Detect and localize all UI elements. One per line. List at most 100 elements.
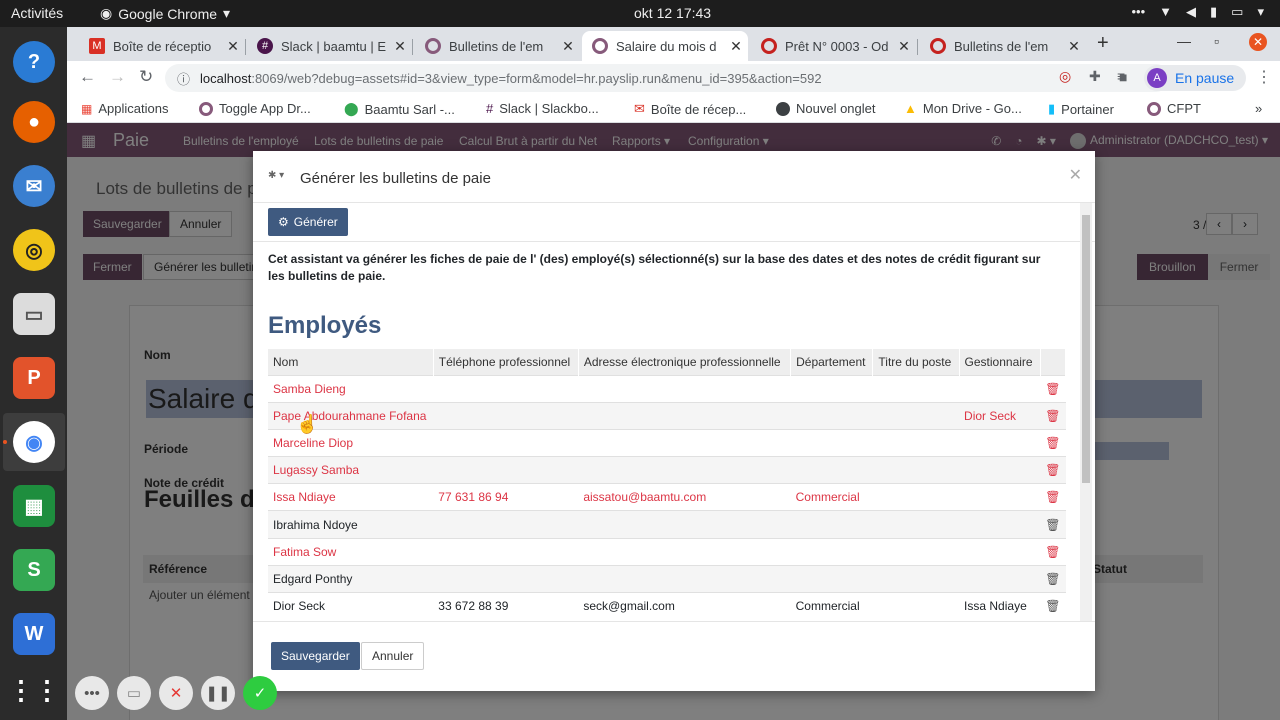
close-icon[interactable]: ✕: [1069, 165, 1082, 185]
cancel-recording-icon[interactable]: ✕: [159, 676, 193, 710]
bookmark-gmail[interactable]: ✉ Boîte de récep...: [634, 101, 746, 117]
col-email[interactable]: Adresse électronique professionnelle: [578, 349, 792, 375]
profile-button[interactable]: A En pause: [1144, 65, 1247, 91]
chrome-dock-icon[interactable]: ◉: [13, 421, 55, 463]
help-icon[interactable]: ?: [13, 41, 55, 83]
tab-0[interactable]: M Boîte de réceptio ✕: [79, 31, 245, 61]
activities-button[interactable]: Activités: [11, 5, 63, 21]
presentation-icon[interactable]: P: [13, 357, 55, 399]
bookmark-apps[interactable]: ▦ Applications: [81, 101, 168, 116]
reading-list-icon[interactable]: ≡: [1117, 68, 1125, 84]
generate-button[interactable]: ⚙ Générer: [268, 208, 348, 236]
clock[interactable]: okt 12 17:43: [634, 5, 711, 21]
cell-email: [578, 510, 791, 539]
spreadsheet-icon[interactable]: ▦: [13, 485, 55, 527]
table-row[interactable]: Fatima Sow 🗑: [268, 537, 1066, 566]
close-tab-icon[interactable]: ✕: [724, 38, 748, 55]
table-row[interactable]: Ibrahima Ndoye 🗑: [268, 510, 1066, 539]
trash-icon[interactable]: 🗑: [1040, 456, 1066, 484]
cell-email: [578, 374, 791, 403]
save-button[interactable]: Sauvegarder: [271, 642, 360, 670]
info-icon[interactable]: ⓘ: [177, 69, 190, 88]
camera-icon[interactable]: ▭: [117, 676, 151, 710]
cell-email: seck@gmail.com: [578, 591, 791, 620]
extension-odoo-icon[interactable]: ◎: [1059, 68, 1071, 85]
trash-icon[interactable]: 🗑: [1040, 401, 1066, 430]
firefox-icon[interactable]: ●: [13, 101, 55, 143]
table-row[interactable]: Dior Seck 33 672 88 39 seck@gmail.com Co…: [268, 591, 1066, 620]
finish-recording-icon[interactable]: ✓: [243, 676, 277, 710]
col-phone[interactable]: Téléphone professionnel: [433, 349, 579, 375]
trash-icon[interactable]: 🗑: [1040, 374, 1066, 403]
new-tab-button[interactable]: +: [1097, 32, 1109, 55]
chrome-menu-icon[interactable]: ⋮: [1256, 67, 1272, 87]
pause-icon[interactable]: ❚❚: [201, 676, 235, 710]
back-icon[interactable]: ←: [79, 67, 96, 87]
table-row[interactable]: Issa Ndiaye 77 631 86 94 aissatou@baamtu…: [268, 483, 1066, 511]
close-tab-icon[interactable]: ✕: [1062, 38, 1086, 55]
close-tab-icon[interactable]: ✕: [388, 38, 412, 55]
table-row[interactable]: Lugassy Samba 🗑: [268, 456, 1066, 484]
cell-phone: 77 631 86 94: [433, 483, 579, 511]
dock-running-dot: [3, 440, 7, 444]
thunderbird-icon[interactable]: ✉: [13, 165, 55, 207]
bookmark-portainer[interactable]: ▮ Portainer: [1048, 101, 1114, 117]
tab-2[interactable]: Bulletins de l'em ✕: [415, 31, 580, 61]
system-tray[interactable]: ••• ▼ ◀ ▮ ▭ ▾: [1131, 4, 1264, 20]
debug-bug-icon[interactable]: ✱ ▾: [268, 170, 284, 181]
table-row[interactable]: Marceline Diop 🗑: [268, 428, 1066, 457]
trash-icon[interactable]: 🗑: [1040, 428, 1066, 457]
table-row[interactable]: Pape Abdourahmane Fofana Dior Seck 🗑: [268, 401, 1066, 430]
files-icon[interactable]: ▭: [13, 293, 55, 335]
trash-icon[interactable]: 🗑: [1040, 483, 1066, 511]
dialog-scrollbar[interactable]: [1080, 203, 1092, 621]
tab-4[interactable]: Prêt N° 0003 - Od ✕: [751, 31, 916, 61]
col-job-title[interactable]: Titre du poste: [872, 349, 960, 375]
window-close-icon[interactable]: ✕: [1249, 33, 1267, 51]
trash-icon[interactable]: 🗑: [1040, 510, 1066, 539]
table-row[interactable]: Edgard Ponthy 🗑: [268, 564, 1066, 593]
bookmarks-overflow-icon[interactable]: »: [1255, 101, 1262, 116]
bookmark-slack[interactable]: # Slack | Slackbo...: [486, 101, 599, 116]
minimize-icon[interactable]: —: [1177, 33, 1191, 49]
tab-separator: [245, 39, 246, 55]
writer-icon[interactable]: W: [13, 613, 55, 655]
tab-1[interactable]: # Slack | baamtu | E ✕: [247, 31, 412, 61]
app-menu[interactable]: ◉ Google Chrome ▾: [100, 5, 230, 22]
tab-5[interactable]: Bulletins de l'em ✕: [920, 31, 1086, 61]
maximize-icon[interactable]: ▫: [1214, 33, 1219, 49]
cell-manager: Issa Ndiaye: [959, 591, 1041, 620]
col-name[interactable]: Nom: [268, 349, 434, 375]
scrollbar-thumb[interactable]: [1082, 215, 1090, 483]
reload-icon[interactable]: ↻: [139, 67, 153, 87]
sheets-icon[interactable]: S: [13, 549, 55, 591]
bookmark-baamtu[interactable]: ⬤ Baamtu Sarl -...: [344, 101, 455, 117]
bookmark-drive[interactable]: ▲ Mon Drive - Go...: [904, 101, 1022, 116]
tab-3[interactable]: Salaire du mois d ✕: [582, 31, 748, 61]
trash-icon[interactable]: 🗑: [1040, 564, 1066, 593]
cell-job-title: [872, 510, 960, 539]
close-tab-icon[interactable]: ✕: [556, 38, 580, 55]
odoo-alt-icon: [930, 38, 946, 54]
show-apps-icon[interactable]: ⋮⋮: [8, 669, 60, 711]
col-department[interactable]: Département: [790, 349, 874, 375]
bookmark-newtab[interactable]: Nouvel onglet: [776, 101, 876, 116]
close-tab-icon[interactable]: ✕: [892, 38, 916, 55]
col-manager[interactable]: Gestionnaire: [959, 349, 1041, 375]
trash-icon[interactable]: 🗑: [1040, 537, 1066, 566]
bookmark-cfpt[interactable]: CFPT: [1147, 101, 1201, 116]
cell-name: Issa Ndiaye: [268, 483, 434, 511]
more-options-icon[interactable]: •••: [75, 676, 109, 710]
rhythmbox-icon[interactable]: ◎: [13, 229, 55, 271]
address-bar[interactable]: ⓘ localhost:8069/web?debug=assets#id=3&v…: [165, 64, 1170, 92]
forward-icon[interactable]: →: [109, 67, 126, 87]
extensions-puzzle-icon[interactable]: ✚: [1089, 68, 1101, 85]
cell-name: Marceline Diop: [268, 428, 434, 457]
trash-icon[interactable]: 🗑: [1040, 591, 1066, 620]
cancel-button[interactable]: Annuler: [361, 642, 425, 670]
bookmark-label: CFPT: [1167, 101, 1201, 116]
close-tab-icon[interactable]: ✕: [221, 38, 245, 55]
cell-department: Commercial: [790, 483, 873, 511]
table-row[interactable]: Samba Dieng 🗑: [268, 374, 1066, 403]
bookmark-toggle[interactable]: Toggle App Dr...: [199, 101, 311, 116]
